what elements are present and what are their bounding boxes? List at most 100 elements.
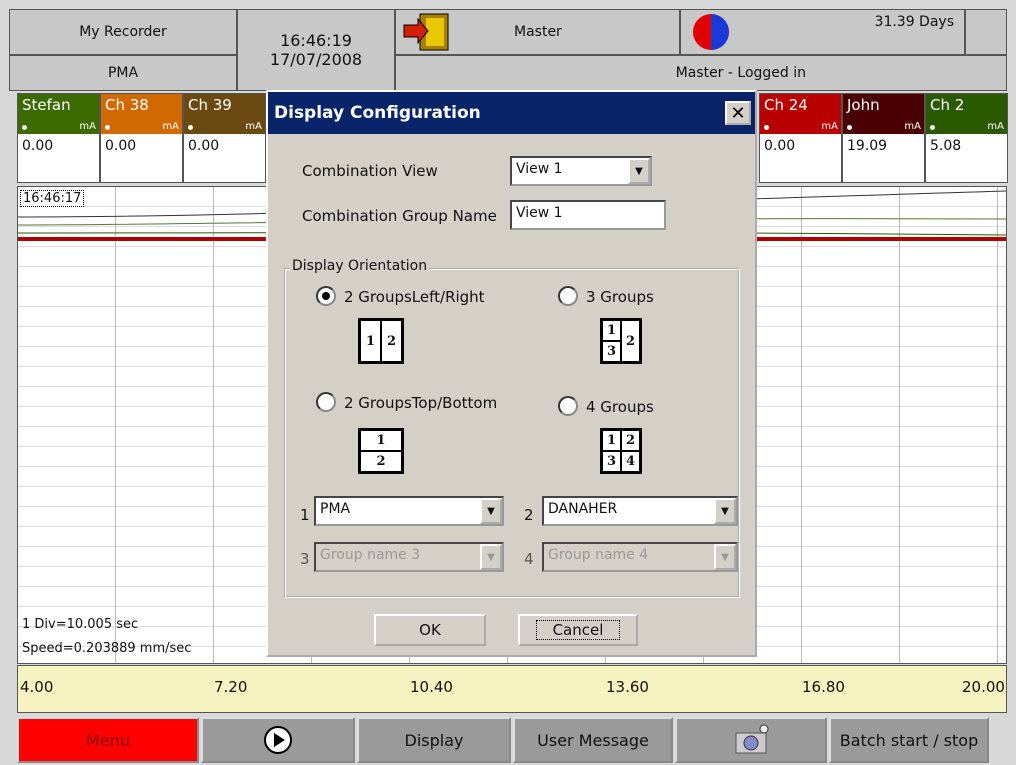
channel-dot-icon [764,125,769,130]
group-3-select[interactable]: Group name 3 ▼ [314,542,504,572]
slot-3-number: 3 [300,550,310,568]
current-group[interactable]: PMA [9,55,237,91]
channel-header: Ch 38 mA [101,94,182,134]
orientation-legend: Display Orientation [290,258,430,274]
channel-name: Ch 38 [105,96,149,114]
channel-value: 19.09 [847,138,888,154]
layout-left-right-icon: 12 [358,318,404,364]
combination-view-label: Combination View [302,162,438,180]
radio-left-right[interactable] [316,286,336,306]
slot-4-number: 4 [524,550,534,568]
clock-date: 17/07/2008 [269,50,363,69]
channel-tile[interactable]: Ch 2 mA 5.08 [925,93,1008,183]
div-label: 1 Div=10.005 sec [22,617,139,632]
play-icon [264,726,292,754]
group-name-input[interactable]: View 1 [510,200,666,230]
close-icon: ✕ [730,102,746,124]
scale-tick: 4.00 [20,678,54,696]
channel-header: Ch 39 mA [184,94,265,134]
chevron-down-icon[interactable]: ▼ [480,498,502,524]
display-configuration-dialog: Display Configuration ✕ Combination View… [266,90,757,657]
cancel-label: Cancel [535,620,621,640]
close-button[interactable]: ✕ [725,101,751,125]
scale-tick: 16.80 [802,678,845,696]
logout-door-icon[interactable] [400,11,454,53]
screenshot-button[interactable] [675,717,827,763]
channel-value: 0.00 [22,138,54,154]
channel-unit: mA [904,121,921,132]
recorder-name-text: My Recorder [79,24,167,40]
group-name-label: Combination Group Name [302,207,497,225]
combination-view-value: View 1 [516,161,563,177]
cancel-button[interactable]: Cancel [518,614,638,646]
chevron-down-icon[interactable]: ▼ [628,158,650,184]
channel-tile[interactable]: John mA 19.09 [842,93,925,183]
display-button[interactable]: Display [357,717,511,763]
group-2-value: DANAHER [548,501,618,517]
channel-header: John mA [843,94,924,134]
clock-time: 16:46:19 [280,31,352,50]
play-button[interactable] [201,717,355,763]
option-three-groups-label[interactable]: 3 Groups [586,288,654,306]
option-left-right-label[interactable]: 2 GroupsLeft/Right [344,288,485,306]
dialog-title-bar[interactable]: Display Configuration ✕ [268,92,755,134]
recorder-name: My Recorder [9,9,237,55]
channel-value: 0.00 [764,138,796,154]
login-status: Master - Logged in [395,55,1007,91]
channel-dot-icon [847,125,852,130]
layout-four-groups-icon: 1234 [600,428,642,474]
group-3-value: Group name 3 [320,547,421,563]
slot-2-number: 2 [524,506,534,524]
slot-1-number: 1 [300,506,310,524]
option-four-groups-label[interactable]: 4 Groups [586,398,654,416]
scale-tick: 10.40 [410,678,453,696]
chevron-down-icon[interactable]: ▼ [714,544,736,570]
group-1-value: PMA [320,501,351,517]
layout-top-bottom-icon: 12 [358,428,404,474]
scale-bar: 4.00 7.20 10.40 13.60 16.80 20.00 [17,665,1007,713]
channel-dot-icon [22,125,27,130]
channel-dot-icon [105,125,110,130]
channel-dot-icon [188,125,193,130]
group-2-select[interactable]: DANAHER ▼ [542,496,738,526]
user-message-button[interactable]: User Message [513,717,673,763]
group-1-select[interactable]: PMA ▼ [314,496,504,526]
login-status-text: Master - Logged in [675,65,806,81]
channel-name: Ch 39 [188,96,232,114]
channel-unit: mA [821,121,838,132]
group-4-select[interactable]: Group name 4 ▼ [542,542,738,572]
channel-tile[interactable]: Ch 24 mA 0.00 [759,93,842,183]
channel-tile[interactable]: Ch 38 mA 0.00 [100,93,183,183]
channel-value: 5.08 [930,138,962,154]
chevron-down-icon[interactable]: ▼ [714,498,736,524]
channel-name: Stefan [22,96,71,114]
option-top-bottom-label[interactable]: 2 GroupsTop/Bottom [344,394,497,412]
channel-header: Stefan mA [18,94,99,134]
header-spare [965,9,1007,55]
clock: 16:46:19 17/07/2008 [237,9,395,91]
menu-button[interactable]: Menu [17,717,199,763]
camera-icon [735,724,769,754]
radio-top-bottom[interactable] [316,392,336,412]
channel-value: 0.00 [105,138,137,154]
channel-tile[interactable]: Ch 39 mA 0.00 [183,93,266,183]
speed-label: Speed=0.203889 mm/sec [22,641,192,656]
channel-unit: mA [162,121,179,132]
radio-three-groups[interactable] [558,286,578,306]
chevron-down-icon[interactable]: ▼ [480,544,502,570]
dialog-title: Display Configuration [274,103,481,123]
combination-view-select[interactable]: View 1 ▼ [510,156,652,186]
memory-status[interactable]: 31.39 Days [680,9,965,55]
radio-four-groups[interactable] [558,396,578,416]
channel-unit: mA [987,121,1004,132]
channel-unit: mA [79,121,96,132]
user-panel[interactable]: Master [395,9,680,55]
scale-tick: 13.60 [606,678,649,696]
batch-button[interactable]: Batch start / stop [829,717,989,763]
channel-dot-icon [930,125,935,130]
current-group-text: PMA [107,65,139,81]
channel-name: Ch 24 [764,96,808,114]
channel-tile[interactable]: Stefan mA 0.00 [17,93,100,183]
ok-button[interactable]: OK [374,614,486,646]
scale-tick: 7.20 [214,678,248,696]
